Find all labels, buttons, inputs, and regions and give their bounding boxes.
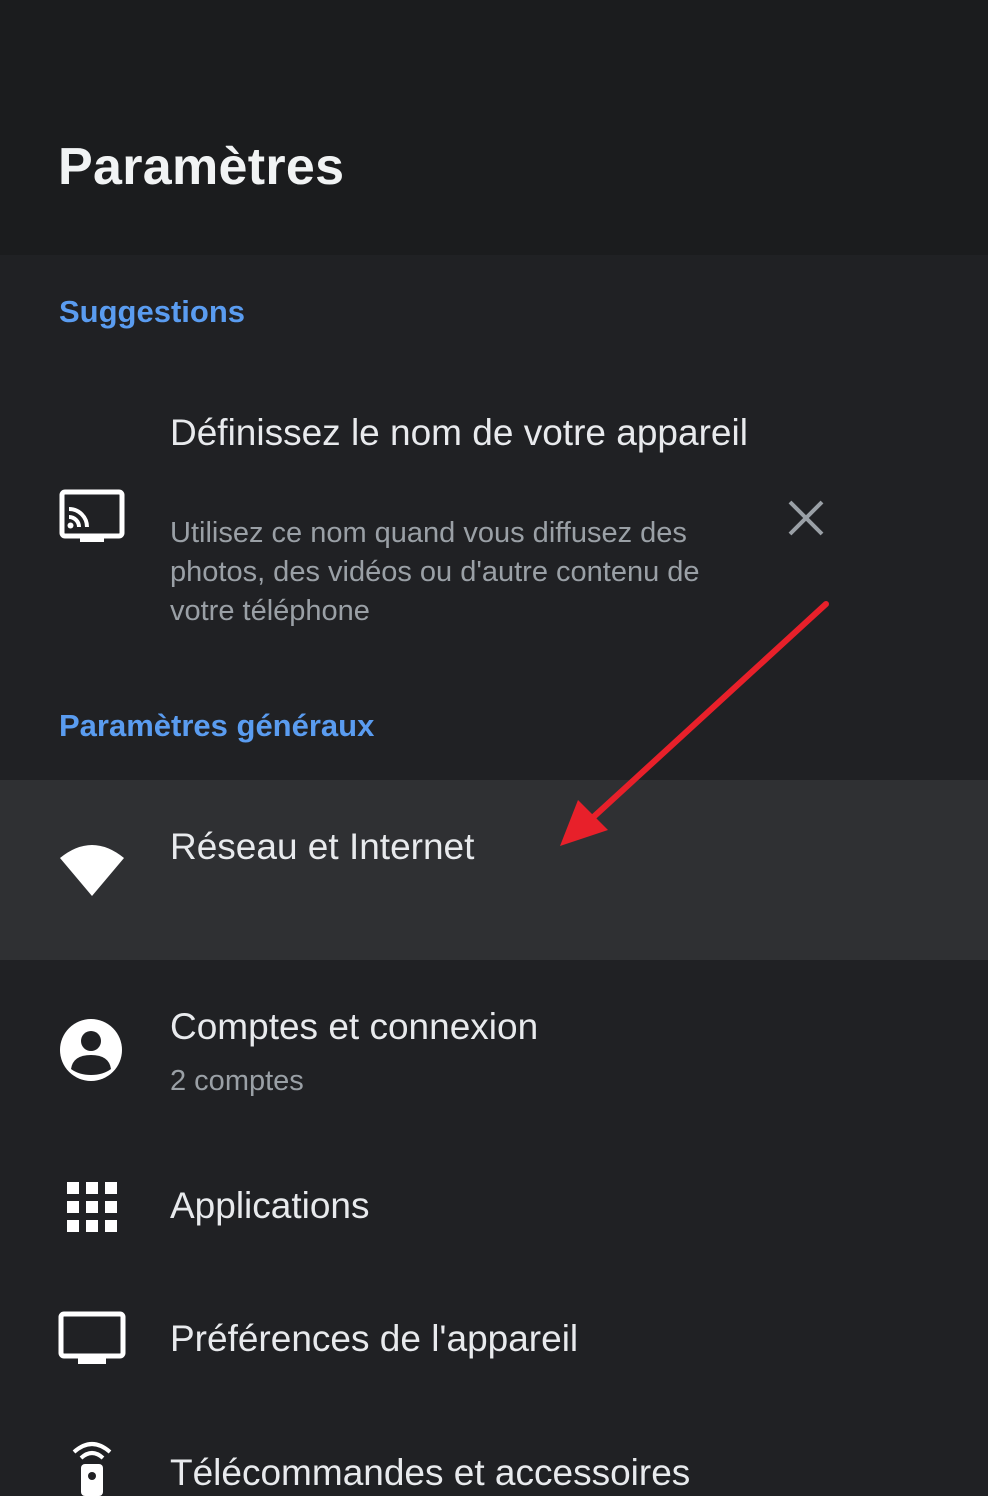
network-name-blurred bbox=[170, 878, 455, 912]
settings-item-accounts-subtitle: 2 comptes bbox=[170, 1065, 304, 1097]
close-icon[interactable] bbox=[782, 494, 830, 542]
settings-item-remotes-title: Télécommandes et accessoires bbox=[170, 1452, 691, 1493]
page-title: Paramètres bbox=[58, 138, 345, 196]
wifi-icon bbox=[60, 845, 124, 896]
remote-icon bbox=[72, 1442, 112, 1496]
tv-icon bbox=[58, 1311, 126, 1364]
suggestion-title: Définissez le nom de votre appareil bbox=[170, 412, 748, 453]
settings-item-applications[interactable] bbox=[0, 1140, 988, 1270]
settings-item-applications-title: Applications bbox=[170, 1185, 370, 1226]
settings-item-network[interactable] bbox=[0, 780, 988, 960]
header: Paramètres bbox=[0, 0, 988, 255]
account-circle-icon bbox=[60, 1019, 122, 1081]
apps-grid-icon bbox=[67, 1182, 117, 1232]
settings-screen: Paramètres Suggestions Définissez le nom… bbox=[0, 0, 988, 1496]
settings-item-network-title: Réseau et Internet bbox=[170, 826, 475, 867]
settings-item-accounts-title: Comptes et connexion bbox=[170, 1006, 539, 1047]
section-label-general: Paramètres généraux bbox=[59, 708, 375, 743]
cast-icon bbox=[59, 489, 125, 542]
settings-item-device-preferences-title: Préférences de l'appareil bbox=[170, 1318, 579, 1359]
suggestion-description: Utilisez ce nom quand vous diffusez des … bbox=[170, 517, 700, 627]
section-label-suggestions: Suggestions bbox=[59, 294, 246, 329]
